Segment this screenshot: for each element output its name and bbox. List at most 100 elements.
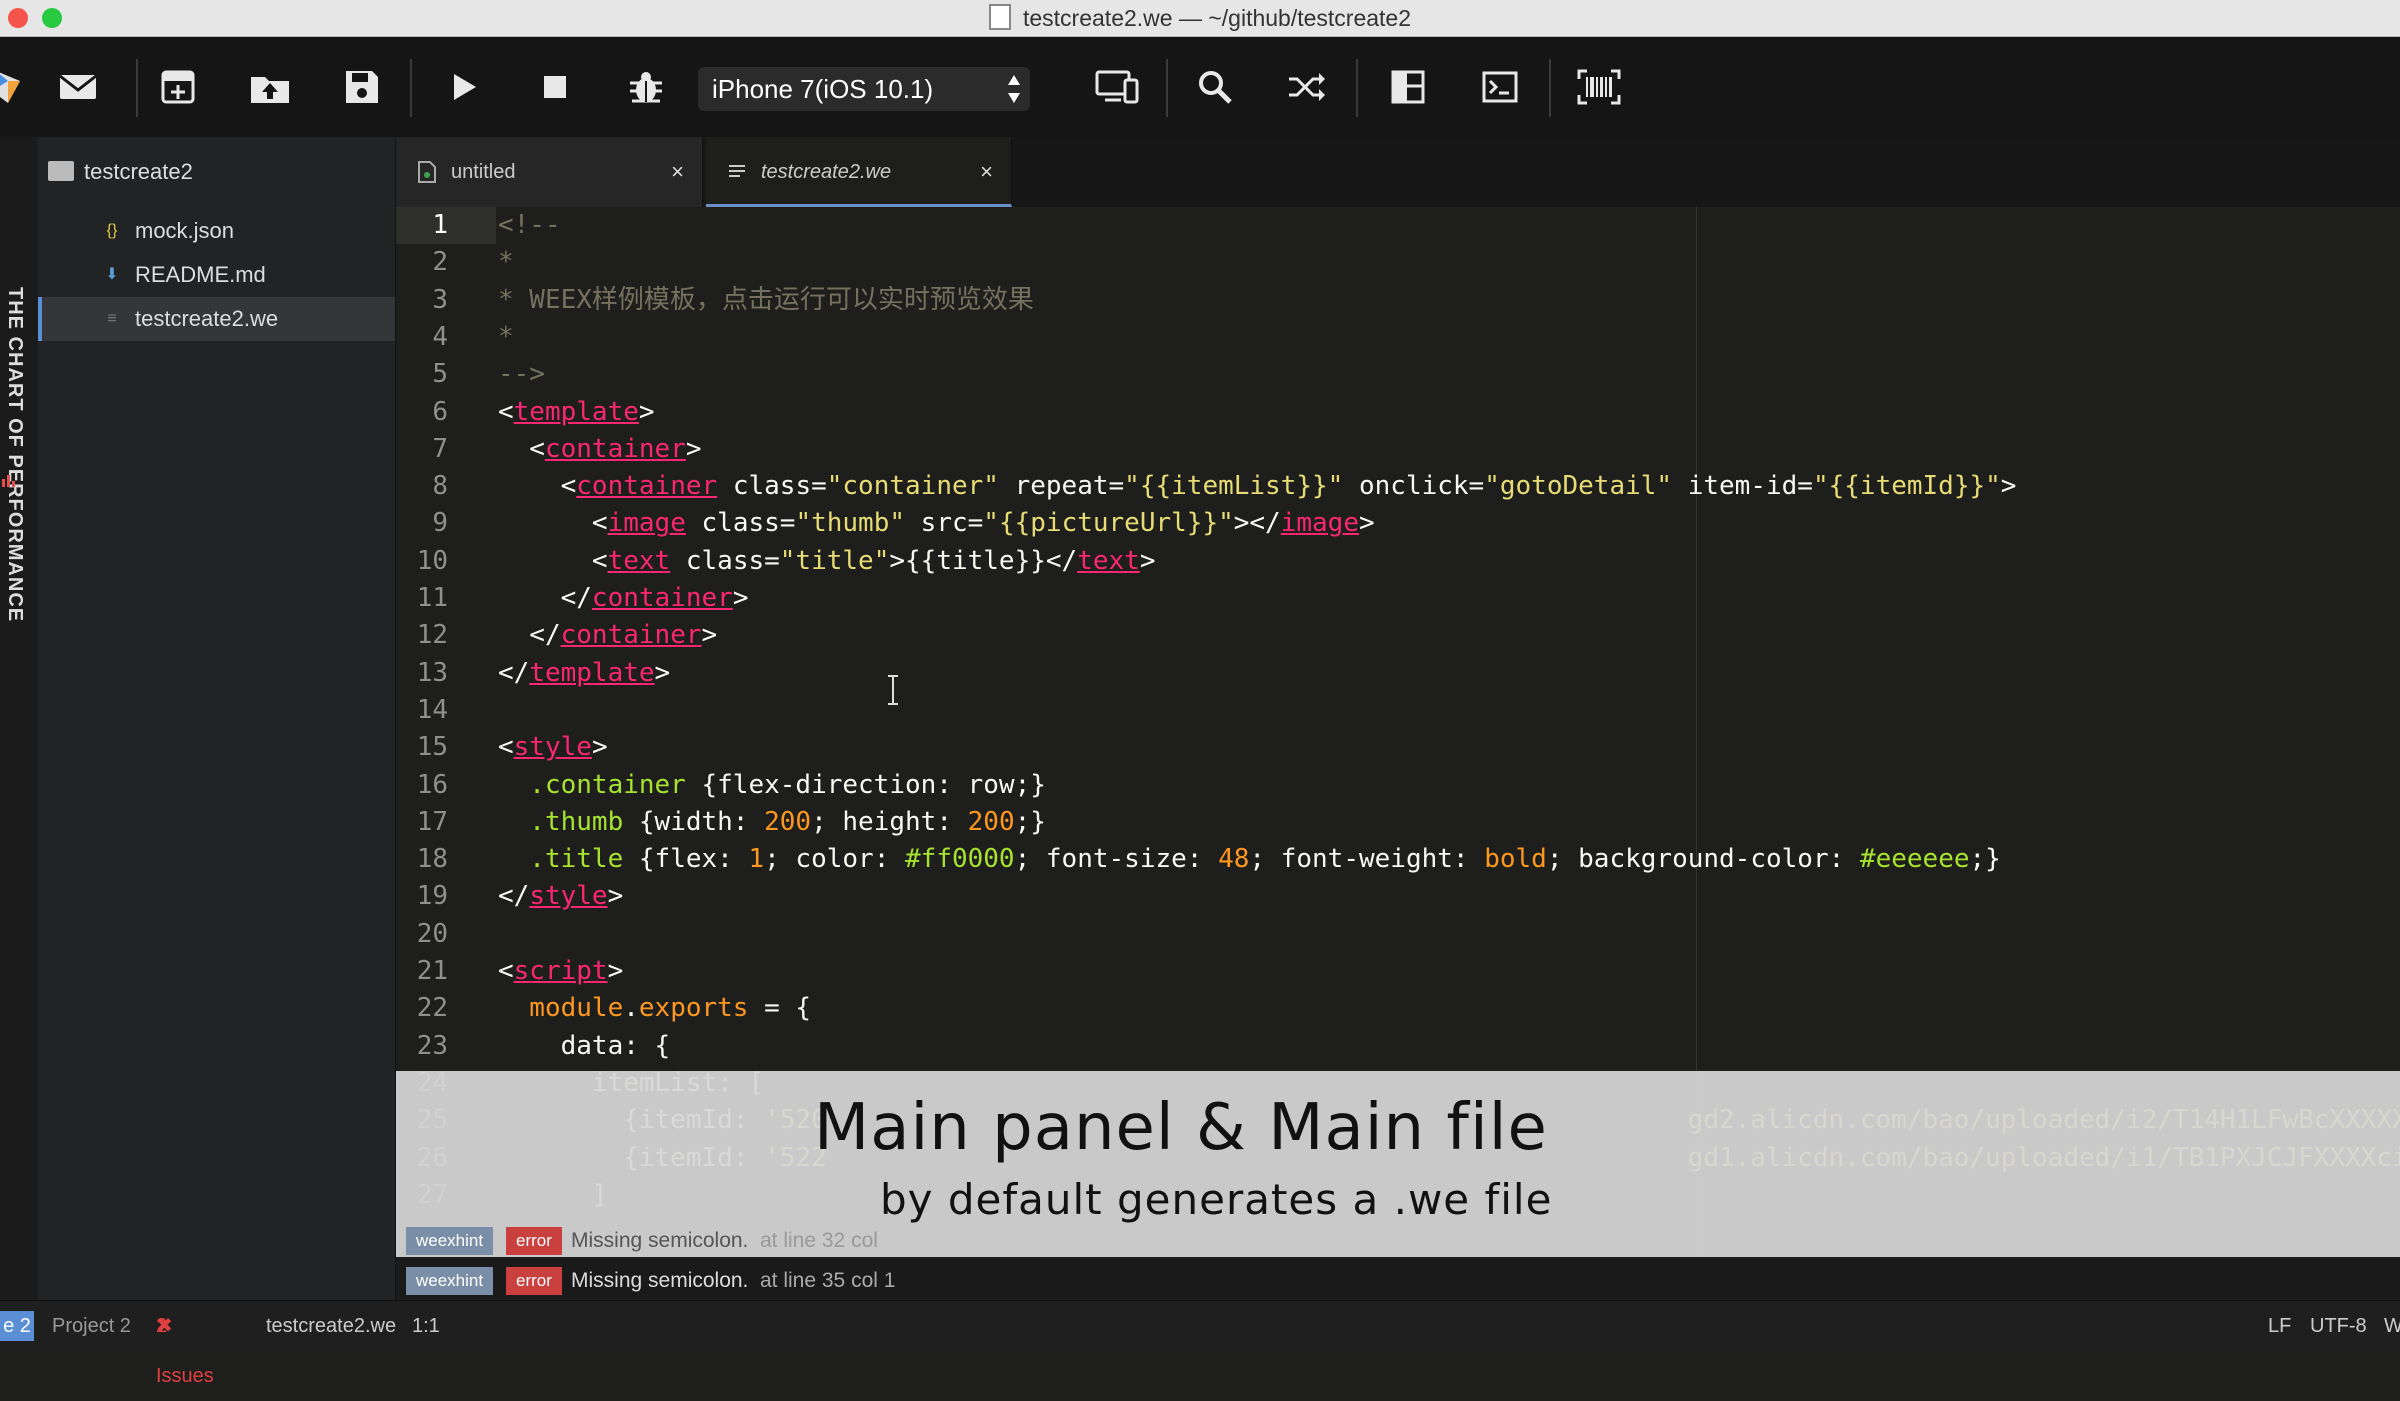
code-line[interactable]: <style> <box>498 729 608 766</box>
code-line[interactable]: module.exports = { <box>498 990 811 1027</box>
tab-untitled[interactable]: untitled × <box>396 137 703 207</box>
search-icon[interactable] <box>1187 59 1243 115</box>
line-ending[interactable]: LF <box>2268 1301 2291 1351</box>
code-line[interactable]: </style> <box>498 878 623 915</box>
device-preview-icon[interactable] <box>1089 59 1145 115</box>
code-token: src= <box>905 508 984 539</box>
line-number: 16 <box>416 769 448 800</box>
code-token: 1 <box>748 844 765 875</box>
code-line[interactable]: .container {flex-direction: row;} <box>498 767 1046 804</box>
code-line[interactable]: * <box>498 319 514 356</box>
selection-indicator <box>38 297 42 341</box>
layout-icon[interactable] <box>1380 59 1436 115</box>
code-token: repeat= <box>998 471 1125 502</box>
code-token: .container <box>498 769 686 800</box>
code-token: * WEEX样例模板，点击运行可以实时预览效果 <box>498 284 1034 315</box>
lint-source-badge: weexhint <box>406 1227 494 1255</box>
code-token: container <box>544 433 686 464</box>
line-number: 21 <box>416 956 448 986</box>
lint-location: at line 35 col 1 <box>760 1269 896 1292</box>
code-token: < <box>498 433 545 464</box>
stop-icon[interactable] <box>527 59 583 115</box>
code-line[interactable]: * WEEX样例模板，点击运行可以实时预览效果 <box>498 282 1034 319</box>
file-item-mock-json[interactable]: {} mock.json <box>38 209 395 253</box>
code-token: data: { <box>498 1030 671 1061</box>
workspace-badge[interactable]: e 2 <box>0 1311 34 1341</box>
device-select[interactable]: iPhone 7(iOS 10.1) <box>698 67 1030 111</box>
cursor-position[interactable]: 1:1 <box>412 1301 440 1351</box>
code-line[interactable]: <image class="thumb" src="{{pictureUrl}}… <box>498 505 1375 542</box>
tab-close-button[interactable]: × <box>671 137 684 207</box>
run-icon[interactable] <box>436 59 492 115</box>
line-number: 8 <box>432 471 448 502</box>
code-line[interactable]: <template> <box>498 394 655 431</box>
weex-logo-icon[interactable] <box>0 59 36 115</box>
code-token: {width: <box>623 806 765 837</box>
code-line[interactable]: <container class="container" repeat="{{i… <box>498 468 2017 505</box>
current-file[interactable]: testcreate2.we <box>266 1301 396 1351</box>
code-line[interactable]: <!-- <box>498 207 561 244</box>
performance-strip[interactable]: THE CHART OF PERFORMANCE <box>0 137 38 1300</box>
code-token: template <box>529 657 655 688</box>
status-overflow[interactable]: W <box>2384 1301 2400 1351</box>
code-line[interactable]: </container> <box>498 580 749 617</box>
code-token: > <box>685 433 702 464</box>
lint-level-badge: error <box>506 1267 562 1295</box>
code-line[interactable]: </template> <box>498 655 670 692</box>
code-token: < <box>498 956 514 986</box>
code-token: ; font-weight: <box>1249 844 1485 875</box>
line-number: 5 <box>432 359 448 390</box>
project-indicator[interactable]: Project 2 <box>52 1301 131 1351</box>
debug-icon[interactable] <box>618 59 674 115</box>
file-item-testcreate2-we[interactable]: ≡ testcreate2.we <box>38 297 395 341</box>
status-bar: e 2 Project 2 ✖ 2 Issues testcreate2.we … <box>0 1300 2400 1387</box>
code-token: <!-- <box>498 210 561 240</box>
lint-text: Missing semicolon. <box>571 1229 749 1252</box>
code-line[interactable]: .title {flex: 1; color: #ff0000; font-si… <box>498 841 2001 878</box>
tab-testcreate2-we[interactable]: testcreate2.we × <box>706 137 1012 207</box>
performance-chart-label: THE CHART OF PERFORMANCE <box>4 287 26 623</box>
mail-icon[interactable] <box>50 59 106 115</box>
code-line[interactable]: <text class="title">{{title}}</text> <box>498 543 1156 580</box>
file-item-readme[interactable]: ⬇ README.md <box>38 253 395 297</box>
text-cursor-icon <box>886 675 900 705</box>
code-token: class= <box>685 508 796 539</box>
new-file-icon[interactable] <box>150 59 206 115</box>
code-token: 48 <box>1218 844 1250 875</box>
text-file-icon <box>729 165 745 177</box>
code-token: > <box>654 657 671 688</box>
project-root[interactable]: testcreate2 <box>38 137 395 207</box>
code-token: 200 <box>764 806 812 837</box>
code-token: "title" <box>779 545 890 576</box>
code-token: > <box>638 396 655 427</box>
code-token: container <box>591 583 733 613</box>
code-line[interactable]: * <box>498 244 514 281</box>
code-line[interactable]: data: { <box>498 1028 671 1065</box>
barcode-icon[interactable] <box>1571 59 1627 115</box>
code-line[interactable]: </container> <box>498 617 717 654</box>
code-line[interactable]: <container> <box>498 431 702 468</box>
line-number: 6 <box>432 396 448 427</box>
lint-message[interactable]: weexhint error Missing semicolon. at lin… <box>396 1259 2400 1299</box>
terminal-icon[interactable] <box>1472 59 1528 115</box>
line-number: 12 <box>416 620 448 651</box>
line-number: 13 <box>416 657 448 688</box>
line-number: 7 <box>432 433 448 464</box>
code-token: ;} <box>1969 844 2001 875</box>
code-token: </ <box>498 657 530 688</box>
window-title-text: testcreate2.we — ~/github/testcreate2 <box>1022 5 1412 31</box>
code-line[interactable]: .thumb {width: 200; height: 200;} <box>498 804 1046 841</box>
code-token: "gotoDetail" <box>1484 471 1673 502</box>
lint-message[interactable]: weexhint error Missing semicolon. at lin… <box>396 1219 2400 1259</box>
tab-close-button[interactable]: × <box>980 137 993 207</box>
open-folder-icon[interactable] <box>242 59 298 115</box>
code-line[interactable]: <script> <box>498 953 623 990</box>
code-token: ></ <box>1233 508 1281 539</box>
shuffle-icon[interactable] <box>1279 59 1335 115</box>
code-token: ;} <box>1014 806 1046 837</box>
code-line[interactable]: --> <box>498 356 545 393</box>
encoding[interactable]: UTF-8 <box>2310 1301 2367 1351</box>
code-token: text <box>1077 545 1140 576</box>
code-token: image <box>1280 508 1359 539</box>
save-icon[interactable] <box>334 59 390 115</box>
